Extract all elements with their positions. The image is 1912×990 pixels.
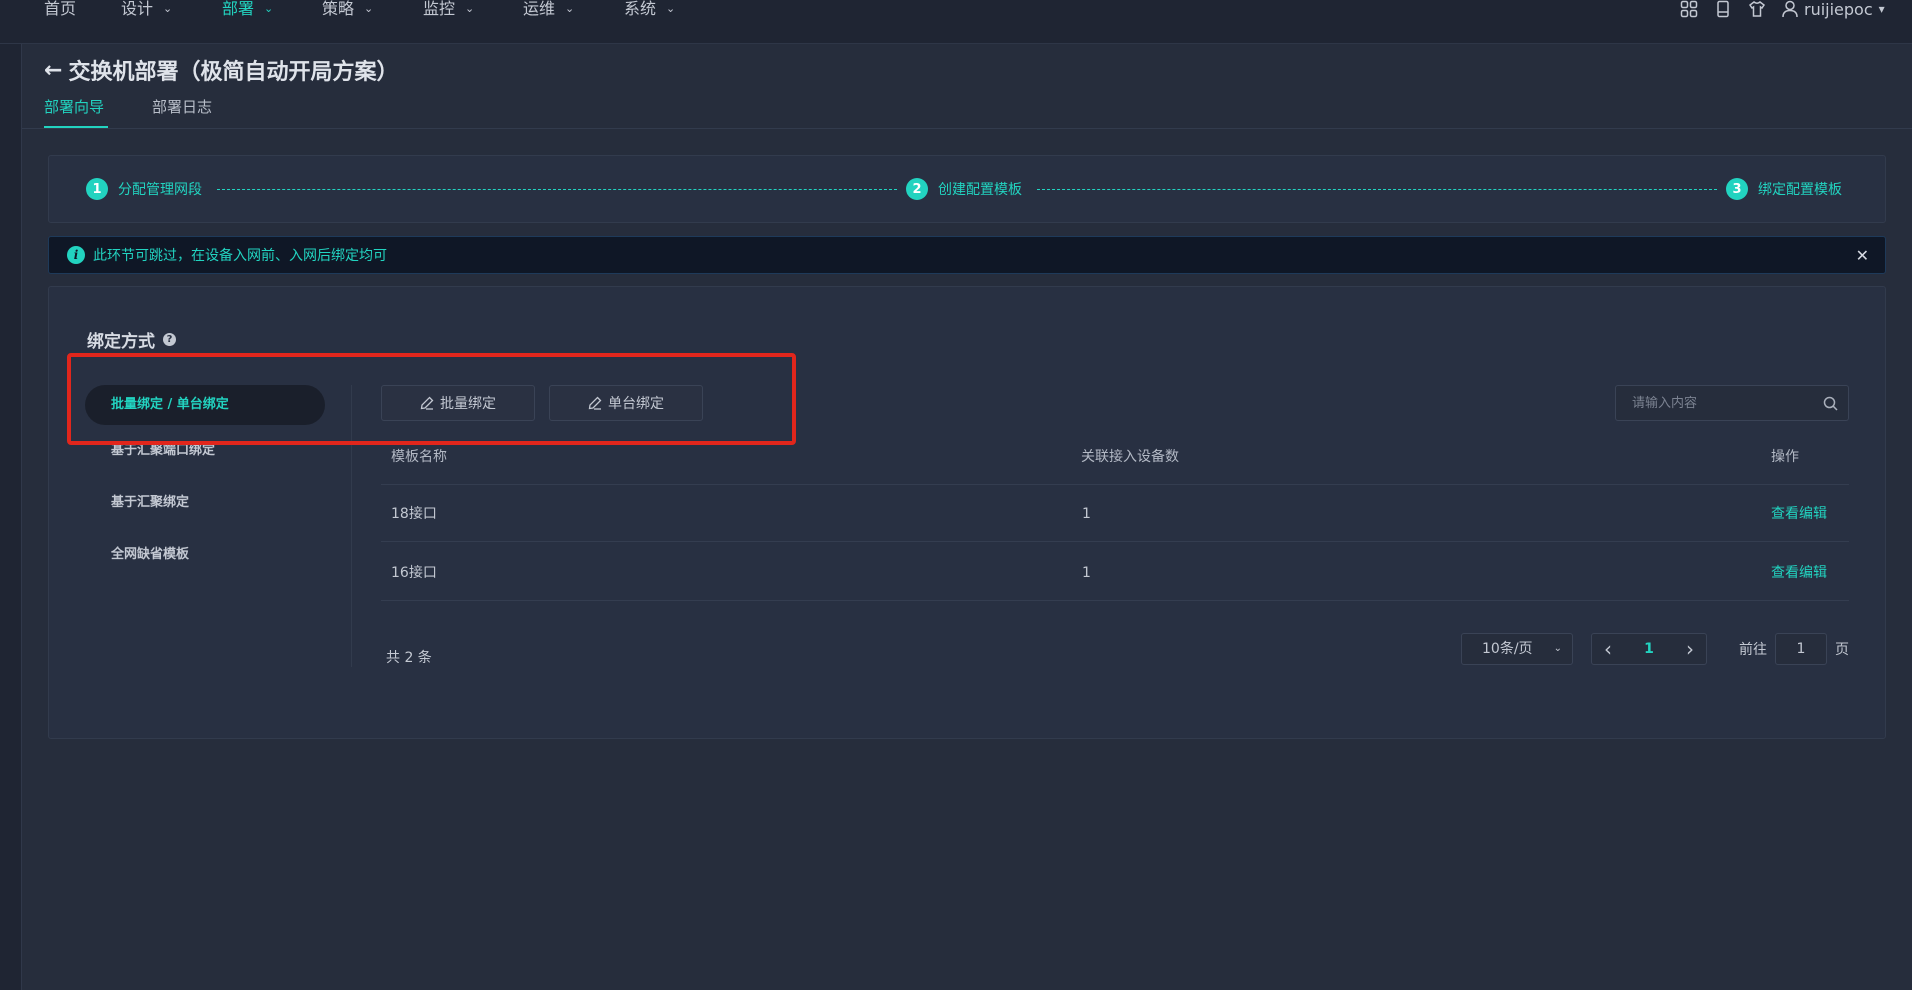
search-icon[interactable] — [1823, 396, 1838, 411]
top-nav: 首页 设计 ⌄ 部署 ⌄ 策略 ⌄ 监控 ⌄ 运维 ⌄ 系统 ⌄ ruijiepoc ▾ — [0, 0, 1912, 44]
nav-item-home[interactable]: 首页 — [44, 0, 76, 18]
section-title: 绑定方式 ? — [87, 327, 176, 352]
nav-item-policy[interactable]: 策略 ⌄ — [322, 0, 373, 18]
binding-card: 绑定方式 ? 批量绑定 / 单台绑定 基于汇聚端口绑定 基于汇聚绑定 全网缺省模… — [48, 286, 1886, 739]
step-2: 2 创建配置模板 — [906, 178, 1022, 200]
column-header: 关联接入设备数 — [1081, 449, 1179, 465]
back-arrow-icon[interactable]: ← — [44, 58, 62, 83]
cell-template-name: 16接口 — [391, 565, 437, 581]
divider — [22, 128, 1912, 129]
tab-deploy-log[interactable]: 部署日志 — [152, 96, 212, 117]
shirt-icon[interactable] — [1748, 0, 1766, 18]
username: ruijiepoc — [1804, 0, 1873, 19]
column-header: 操作 — [1771, 449, 1799, 465]
help-icon[interactable]: ? — [163, 333, 176, 346]
nav-item-monitor[interactable]: 监控 ⌄ — [423, 0, 474, 18]
step-1: 1 分配管理网段 — [86, 178, 202, 200]
nav-item-design[interactable]: 设计 ⌄ — [121, 0, 172, 18]
current-page[interactable]: 1 — [1644, 641, 1654, 657]
table-row: 16接口 1 查看编辑 — [381, 545, 1849, 601]
table-header: 模板名称 关联接入设备数 操作 — [381, 429, 1849, 485]
menu-divider — [351, 385, 352, 667]
total-count: 共 2 条 — [386, 650, 432, 666]
search-input[interactable] — [1616, 386, 1816, 420]
chevron-down-icon: ⌄ — [1553, 643, 1562, 654]
chevron-down-icon: ⌄ — [364, 2, 374, 15]
info-banner: i 此环节可跳过，在设备入网前、入网后绑定均可 ✕ — [48, 236, 1886, 274]
pager: ‹ 1 › — [1591, 633, 1707, 665]
table-row: 18接口 1 查看编辑 — [381, 486, 1849, 542]
step-number: 1 — [86, 178, 108, 200]
steps-bar: 1 分配管理网段 2 创建配置模板 3 绑定配置模板 — [48, 155, 1886, 223]
left-rail — [0, 44, 22, 990]
view-edit-link[interactable]: 查看编辑 — [1771, 545, 1827, 601]
column-header: 模板名称 — [391, 449, 447, 465]
menu-item-default-template[interactable]: 全网缺省模板 — [85, 535, 325, 575]
single-bind-button[interactable]: 单台绑定 — [549, 385, 703, 421]
cell-device-count: 1 — [1082, 506, 1091, 522]
device-icon[interactable] — [1714, 0, 1732, 18]
chevron-down-icon: ⌄ — [565, 2, 575, 15]
nav-right: ruijiepoc ▾ — [1680, 0, 1885, 19]
step-number: 2 — [906, 178, 928, 200]
page-title: ← 交换机部署（极简自动开局方案） — [44, 56, 399, 86]
next-page-button[interactable]: › — [1686, 637, 1694, 661]
chevron-down-icon: ⌄ — [163, 2, 173, 15]
nav-item-system[interactable]: 系统 ⌄ — [624, 0, 675, 18]
prev-page-button[interactable]: ‹ — [1604, 637, 1612, 661]
user-icon — [1782, 0, 1798, 18]
cell-template-name: 18接口 — [391, 506, 437, 522]
page-size-select[interactable]: 10条/页 ⌄ — [1461, 633, 1573, 665]
nav-item-ops[interactable]: 运维 ⌄ — [523, 0, 574, 18]
banner-text: 此环节可跳过，在设备入网前、入网后绑定均可 — [93, 248, 387, 264]
step-connector — [1037, 189, 1717, 190]
edit-icon — [420, 396, 434, 410]
apps-grid-icon[interactable] — [1680, 0, 1698, 18]
menu-item-aggregation-port[interactable]: 基于汇聚端口绑定 — [85, 431, 325, 471]
batch-bind-button[interactable]: 批量绑定 — [381, 385, 535, 421]
chevron-down-icon: ⌄ — [666, 2, 676, 15]
step-label: 分配管理网段 — [118, 182, 202, 198]
page-title-text: 交换机部署（极简自动开局方案） — [68, 60, 399, 85]
tab-deploy-wizard[interactable]: 部署向导 — [44, 96, 104, 117]
step-label: 创建配置模板 — [938, 182, 1022, 198]
menu-item-aggregation[interactable]: 基于汇聚绑定 — [85, 483, 325, 523]
menu-item-batch-single[interactable]: 批量绑定 / 单台绑定 — [85, 385, 325, 425]
info-icon: i — [67, 246, 85, 264]
page: 首页 设计 ⌄ 部署 ⌄ 策略 ⌄ 监控 ⌄ 运维 ⌄ 系统 ⌄ ruijiepoc ▾ — [0, 0, 1912, 990]
step-3: 3 绑定配置模板 — [1726, 178, 1842, 200]
user-menu[interactable]: ruijiepoc ▾ — [1782, 0, 1885, 19]
close-icon[interactable]: ✕ — [1856, 246, 1869, 265]
cell-device-count: 1 — [1082, 565, 1091, 581]
edit-icon — [588, 396, 602, 410]
step-number: 3 — [1726, 178, 1748, 200]
search-box — [1615, 385, 1849, 421]
chevron-down-icon: ⌄ — [465, 2, 475, 15]
caret-down-icon: ▾ — [1878, 2, 1885, 16]
step-label: 绑定配置模板 — [1758, 182, 1842, 198]
nav-item-deploy[interactable]: 部署 ⌄ — [222, 0, 273, 18]
chevron-down-icon: ⌄ — [264, 2, 274, 15]
goto-page-input[interactable] — [1775, 633, 1827, 665]
goto-page: 前往 页 — [1739, 633, 1849, 665]
step-connector — [217, 189, 897, 190]
view-edit-link[interactable]: 查看编辑 — [1771, 486, 1827, 542]
